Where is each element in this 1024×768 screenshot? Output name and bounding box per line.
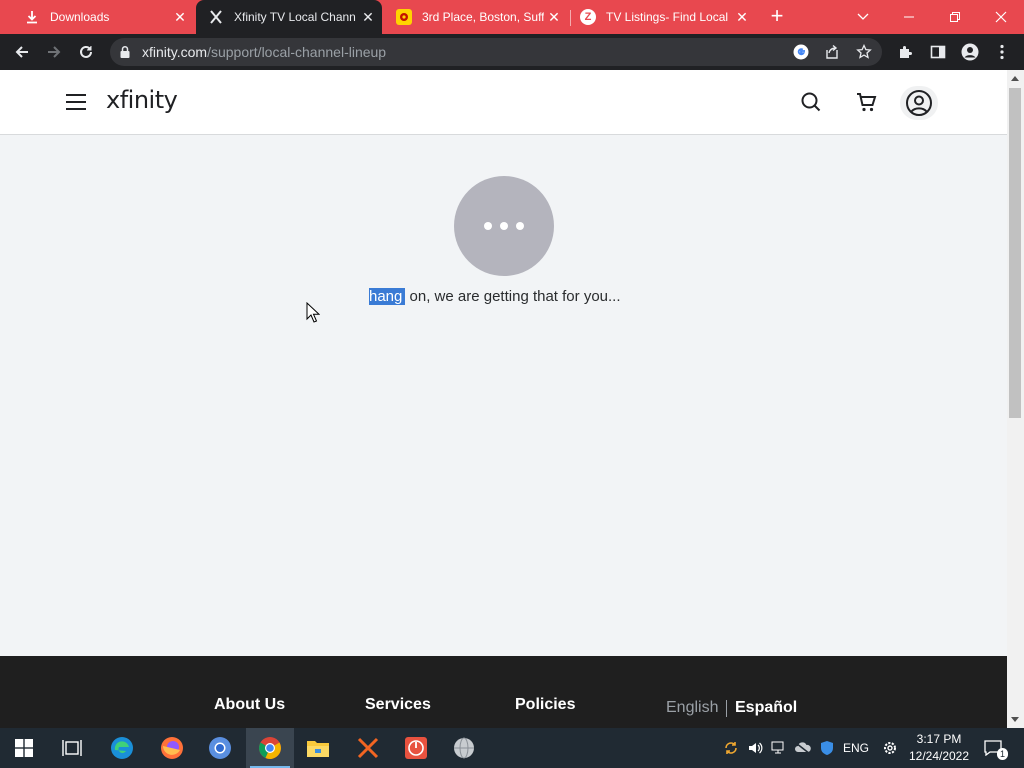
extensions-button[interactable] bbox=[894, 40, 918, 64]
puzzle-icon bbox=[900, 46, 912, 58]
search-icon[interactable] bbox=[799, 90, 823, 114]
onedrive-icon[interactable] bbox=[792, 728, 814, 768]
scroll-up-icon[interactable] bbox=[1011, 76, 1019, 81]
firefox-icon[interactable] bbox=[148, 728, 196, 768]
app-globe-icon[interactable] bbox=[440, 728, 488, 768]
clock-date: 12/24/2022 bbox=[908, 749, 970, 763]
close-window-button[interactable] bbox=[978, 0, 1024, 34]
security-shield-icon[interactable] bbox=[816, 728, 838, 768]
file-explorer-icon[interactable] bbox=[294, 728, 342, 768]
reload-button[interactable] bbox=[74, 40, 98, 64]
close-tab-icon[interactable]: ✕ bbox=[172, 9, 188, 25]
address-bar[interactable]: xfinity.com/support/local-channel-lineup bbox=[110, 38, 882, 66]
xfinity-x-icon bbox=[208, 9, 224, 25]
volume-icon[interactable] bbox=[744, 728, 766, 768]
scrollbar-thumb[interactable] bbox=[1009, 88, 1021, 418]
settings-gear-icon[interactable] bbox=[878, 728, 902, 768]
sync-icon[interactable] bbox=[720, 728, 742, 768]
close-tab-icon[interactable]: ✕ bbox=[734, 9, 750, 25]
browser-toolbar: xfinity.com/support/local-channel-lineup bbox=[0, 34, 1024, 70]
chrome-icon[interactable] bbox=[246, 728, 294, 768]
app-x-icon[interactable] bbox=[344, 728, 392, 768]
loading-dot bbox=[500, 222, 508, 230]
page-scrollbar[interactable] bbox=[1007, 70, 1024, 728]
arrow-left-icon bbox=[15, 46, 28, 58]
url-text[interactable]: xfinity.com/support/local-channel-lineup bbox=[142, 44, 386, 60]
tab-separator bbox=[570, 10, 571, 26]
side-panel-icon bbox=[930, 45, 946, 59]
windows-start-icon[interactable] bbox=[0, 728, 48, 768]
arrow-right-icon bbox=[48, 46, 61, 58]
footer-link-policies[interactable]: Policies bbox=[515, 696, 575, 714]
side-panel-button[interactable] bbox=[926, 40, 950, 64]
loading-message-rest: on, we are getting that for you... bbox=[405, 288, 621, 305]
site-header: xfinity bbox=[0, 70, 1007, 135]
bookmark-star-icon[interactable] bbox=[856, 43, 872, 65]
xfinity-logo[interactable]: xfinity bbox=[106, 86, 178, 114]
web-page: xfinity hang on, we are getting that for… bbox=[0, 70, 1007, 728]
forward-button[interactable] bbox=[42, 40, 66, 64]
tab-title: Xfinity TV Local Channe bbox=[234, 10, 356, 24]
hamburger-menu-icon[interactable] bbox=[66, 94, 86, 110]
url-host: xfinity.com bbox=[142, 44, 208, 60]
new-tab-button[interactable]: + bbox=[766, 5, 788, 28]
chevron-down-icon bbox=[857, 13, 869, 20]
scroll-down-icon[interactable] bbox=[1011, 717, 1019, 722]
task-view-icon[interactable] bbox=[48, 728, 96, 768]
tab-xfinity[interactable]: Xfinity TV Local Channe ✕ bbox=[196, 0, 382, 34]
mouse-cursor-icon bbox=[306, 302, 320, 323]
loading-message: hang on, we are getting that for you... bbox=[369, 288, 621, 305]
google-lens-icon[interactable] bbox=[792, 43, 810, 66]
tab-title: Downloads bbox=[50, 10, 110, 24]
tab-yelp[interactable]: 3rd Place, Boston, Suff ✕ bbox=[384, 0, 568, 34]
selected-text: hang bbox=[369, 288, 406, 305]
back-button[interactable] bbox=[10, 40, 34, 64]
loading-dot bbox=[516, 222, 524, 230]
tab-search-button[interactable] bbox=[840, 0, 886, 34]
network-icon[interactable] bbox=[768, 728, 790, 768]
system-clock[interactable]: 3:17 PM 12/24/2022 bbox=[905, 731, 973, 765]
site-footer: About Us Services Policies English Españ… bbox=[0, 656, 1007, 728]
yelp-icon bbox=[396, 9, 412, 25]
tab-title: TV Listings- Find Local bbox=[606, 10, 728, 24]
footer-link-about[interactable]: About Us bbox=[214, 696, 285, 714]
chromium-icon[interactable] bbox=[196, 728, 244, 768]
close-tab-icon[interactable]: ✕ bbox=[360, 9, 376, 25]
browser-tab-strip: Downloads ✕ Xfinity TV Local Channe ✕ 3r… bbox=[0, 0, 1024, 34]
minimize-icon bbox=[904, 16, 914, 18]
loading-spinner bbox=[454, 176, 554, 276]
tab-tv-listings[interactable]: Z TV Listings- Find Local ✕ bbox=[572, 0, 756, 34]
minimize-button[interactable] bbox=[886, 0, 932, 34]
profile-button[interactable] bbox=[958, 40, 982, 64]
restore-button[interactable] bbox=[932, 0, 978, 34]
share-icon[interactable] bbox=[824, 44, 840, 65]
language-english[interactable]: English bbox=[666, 699, 718, 717]
cart-icon[interactable] bbox=[855, 90, 879, 114]
windows-taskbar: ENG 3:17 PM 12/24/2022 1 bbox=[0, 728, 1024, 768]
url-path: /support/local-channel-lineup bbox=[207, 44, 387, 60]
edge-icon[interactable] bbox=[98, 728, 146, 768]
menu-button[interactable] bbox=[990, 40, 1014, 64]
app-power-icon[interactable] bbox=[392, 728, 440, 768]
tab-downloads[interactable]: Downloads ✕ bbox=[8, 0, 194, 34]
account-icon[interactable] bbox=[899, 85, 939, 121]
zap2it-icon: Z bbox=[580, 9, 596, 25]
language-divider bbox=[726, 700, 727, 717]
language-spanish[interactable]: Español bbox=[735, 699, 797, 717]
footer-link-services[interactable]: Services bbox=[365, 696, 431, 714]
lock-icon[interactable] bbox=[119, 45, 131, 64]
notification-badge: 1 bbox=[997, 748, 1009, 760]
profile-icon bbox=[961, 43, 979, 61]
clock-time: 3:17 PM bbox=[916, 732, 962, 746]
tab-title: 3rd Place, Boston, Suff bbox=[422, 10, 544, 24]
restore-icon bbox=[950, 12, 960, 22]
close-icon bbox=[995, 11, 1007, 23]
notification-center-icon[interactable]: 1 bbox=[978, 728, 1009, 768]
download-icon bbox=[24, 9, 40, 25]
input-language[interactable]: ENG bbox=[840, 728, 872, 768]
reload-icon bbox=[80, 45, 92, 58]
close-tab-icon[interactable]: ✕ bbox=[546, 9, 562, 25]
kebab-menu-icon bbox=[1000, 44, 1004, 60]
loading-dot bbox=[484, 222, 492, 230]
